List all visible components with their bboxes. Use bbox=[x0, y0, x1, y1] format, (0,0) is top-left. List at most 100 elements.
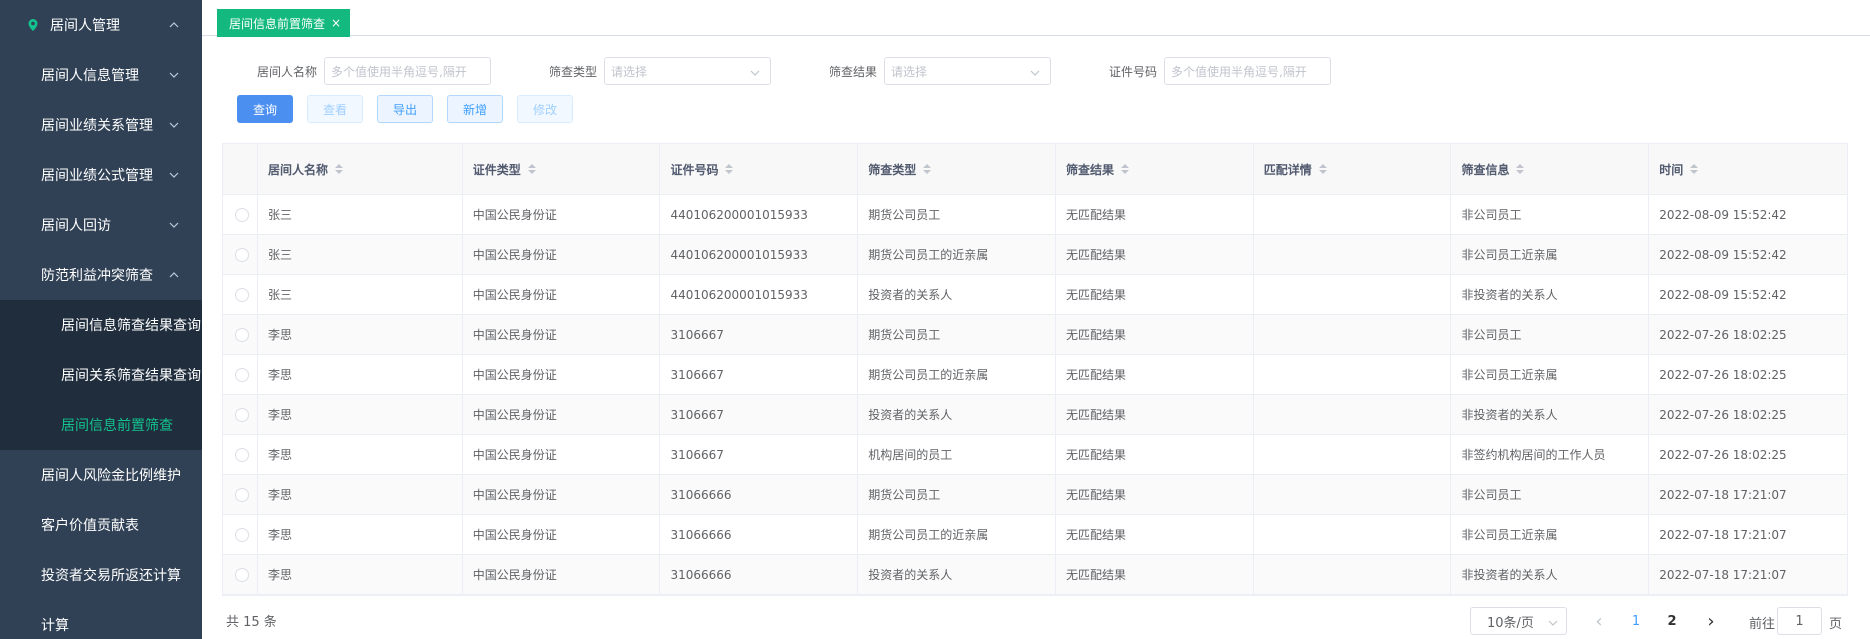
table-row[interactable]: 张三 中国公民身份证 440106200001015933 期货公司员工的近亲属 无匹配… bbox=[223, 235, 1847, 275]
table-cell: 中国公民身份证 bbox=[463, 275, 661, 314]
column-header[interactable]: 时间 bbox=[1649, 144, 1847, 194]
row-select-cell bbox=[223, 435, 258, 474]
column-header[interactable]: 筛查信息 bbox=[1451, 144, 1650, 194]
table-cell: 李思 bbox=[258, 555, 463, 594]
table-row[interactable]: 李思 中国公民身份证 31066666 期货公司员工 无匹配结果 非公司员工 2022-07… bbox=[223, 475, 1847, 515]
query-button[interactable]: 查询 bbox=[237, 95, 293, 123]
chevron-up-icon bbox=[168, 269, 180, 281]
sidebar-item-2[interactable]: 居间业绩公式管理 bbox=[0, 150, 202, 200]
edit-button[interactable]: 修改 bbox=[517, 95, 573, 123]
export-button[interactable]: 导出 bbox=[377, 95, 433, 123]
menu-broker-management[interactable]: 居间人管理 bbox=[0, 0, 202, 50]
close-icon[interactable]: × bbox=[331, 16, 341, 30]
prev-page-button[interactable]: ‹ bbox=[1585, 607, 1613, 635]
sort-icon[interactable] bbox=[1318, 164, 1327, 174]
table-cell: 中国公民身份证 bbox=[463, 475, 661, 514]
page-1-button[interactable]: 1 bbox=[1622, 607, 1650, 635]
table-cell bbox=[1254, 555, 1452, 594]
results-table: 居间人名称 证件类型 证件号码 筛查类型 筛查结果 匹配详情 筛查信息 时间 张三 中国公民身份… bbox=[222, 143, 1848, 596]
table-cell: 李思 bbox=[258, 355, 463, 394]
row-radio[interactable] bbox=[235, 327, 249, 342]
row-select-cell bbox=[223, 555, 258, 594]
table-cell: 非投资者的关系人 bbox=[1451, 395, 1650, 434]
table-row[interactable]: 李思 中国公民身份证 3106667 机构居间的员工 无匹配结果 非签约机构居间的工作人员… bbox=[223, 435, 1847, 475]
screen-result-select[interactable]: 请选择 bbox=[884, 57, 1051, 85]
row-radio[interactable] bbox=[235, 207, 249, 222]
table-row[interactable]: 张三 中国公民身份证 440106200001015933 期货公司员工 无匹配结果 非公… bbox=[223, 195, 1847, 235]
goto-suffix: 页 bbox=[1829, 617, 1843, 632]
table-row[interactable]: 李思 中国公民身份证 3106667 期货公司员工的近亲属 无匹配结果 非公司员工近亲属 2… bbox=[223, 355, 1847, 395]
chevron-down-icon bbox=[168, 119, 180, 131]
column-header-label: 时间 bbox=[1659, 162, 1684, 177]
submenu-item-0[interactable]: 居间信息筛查结果查询 bbox=[0, 300, 202, 350]
sort-icon[interactable] bbox=[725, 164, 734, 174]
column-header[interactable]: 筛查结果 bbox=[1056, 144, 1254, 194]
row-radio[interactable] bbox=[235, 407, 249, 422]
screen-type-select[interactable]: 请选择 bbox=[604, 57, 771, 85]
goto-page-input[interactable]: 1 bbox=[1777, 607, 1822, 635]
total-count: 共 15 条 bbox=[226, 615, 277, 630]
table-cell: 2022-07-26 18:02:25 bbox=[1659, 407, 1787, 422]
sort-icon[interactable] bbox=[1690, 164, 1699, 174]
chevron-up-icon bbox=[168, 19, 180, 31]
table-cell: 中国公民身份证 bbox=[463, 395, 661, 434]
table-row[interactable]: 李思 中国公民身份证 31066666 期货公司员工的近亲属 无匹配结果 非公司员工近亲属… bbox=[223, 515, 1847, 555]
sidebar-item-after-2[interactable]: 投资者交易所返还计算 bbox=[0, 550, 202, 600]
table-cell: 期货公司员工 bbox=[858, 315, 1056, 354]
sidebar-item-after-0[interactable]: 居间人风险金比例维护 bbox=[0, 450, 202, 500]
column-header[interactable]: 证件类型 bbox=[463, 144, 661, 194]
sort-icon[interactable] bbox=[527, 164, 536, 174]
table-row[interactable]: 李思 中国公民身份证 31066666 投资者的关系人 无匹配结果 非投资者的关系人 202… bbox=[223, 555, 1847, 595]
table-cell: 2022-07-26 18:02:25 bbox=[1659, 367, 1787, 382]
table-cell: 期货公司员工的近亲属 bbox=[858, 515, 1056, 554]
sidebar-item-4[interactable]: 防范利益冲突筛查 bbox=[0, 250, 202, 300]
table-cell: 无匹配结果 bbox=[1056, 195, 1254, 234]
sidebar-item-1[interactable]: 居间业绩关系管理 bbox=[0, 100, 202, 150]
sort-icon[interactable] bbox=[1516, 164, 1525, 174]
table-cell: 期货公司员工的近亲属 bbox=[858, 235, 1056, 274]
table-row[interactable]: 张三 中国公民身份证 440106200001015933 投资者的关系人 无匹配结果 非… bbox=[223, 275, 1847, 315]
column-header[interactable]: 匹配详情 bbox=[1254, 144, 1452, 194]
page-size-select[interactable]: 10条/页 bbox=[1470, 607, 1567, 635]
submenu-item-2[interactable]: 居间信息前置筛查 bbox=[0, 400, 202, 450]
column-header[interactable]: 证件号码 bbox=[660, 144, 859, 194]
sort-icon[interactable] bbox=[1120, 164, 1129, 174]
column-header[interactable]: 居间人名称 bbox=[258, 144, 463, 194]
row-radio[interactable] bbox=[235, 247, 249, 262]
table-cell: 440106200001015933 bbox=[660, 235, 859, 274]
page-2-button[interactable]: 2 bbox=[1658, 607, 1686, 635]
next-page-button[interactable]: › bbox=[1697, 607, 1725, 635]
tab-broker-info-prescreen[interactable]: 居间信息前置筛查 × bbox=[217, 9, 351, 37]
sort-icon[interactable] bbox=[923, 164, 932, 174]
row-radio[interactable] bbox=[235, 287, 249, 302]
sidebar-item-after-3[interactable]: 计算 bbox=[0, 600, 202, 639]
row-radio[interactable] bbox=[235, 567, 249, 582]
row-radio[interactable] bbox=[235, 367, 249, 382]
sort-icon[interactable] bbox=[334, 164, 343, 174]
sidebar-item-3[interactable]: 居间人回访 bbox=[0, 200, 202, 250]
add-button[interactable]: 新增 bbox=[447, 95, 503, 123]
sidebar-item-after-1[interactable]: 客户价值贡献表 bbox=[0, 500, 202, 550]
sidebar-item-label: 居间业绩关系管理 bbox=[41, 118, 153, 134]
table-cell: 李思 bbox=[258, 515, 463, 554]
table-row[interactable]: 李思 中国公民身份证 3106667 期货公司员工 无匹配结果 非公司员工 2022-07-… bbox=[223, 315, 1847, 355]
row-radio[interactable] bbox=[235, 487, 249, 502]
table-row[interactable]: 李思 中国公民身份证 3106667 投资者的关系人 无匹配结果 非投资者的关系人 2022… bbox=[223, 395, 1847, 435]
chevron-down-icon bbox=[168, 219, 180, 231]
row-radio[interactable] bbox=[235, 527, 249, 542]
submenu-item-1[interactable]: 居间关系筛查结果查询 bbox=[0, 350, 202, 400]
broker-name-input[interactable]: 多个值使用半角逗号,隔开 bbox=[324, 57, 491, 85]
sidebar-item-label: 客户价值贡献表 bbox=[41, 518, 139, 534]
submenu-item-label: 居间信息筛查结果查询 bbox=[61, 318, 201, 334]
view-button[interactable]: 查看 bbox=[307, 95, 363, 123]
row-select-cell bbox=[223, 475, 258, 514]
table-cell: 张三 bbox=[258, 195, 463, 234]
sidebar-item-0[interactable]: 居间人信息管理 bbox=[0, 50, 202, 100]
id-number-input[interactable]: 多个值使用半角逗号,隔开 bbox=[1164, 57, 1331, 85]
table-cell: 2022-08-09 15:52:42 bbox=[1659, 247, 1787, 262]
table-cell: 中国公民身份证 bbox=[463, 555, 661, 594]
column-header[interactable]: 筛查类型 bbox=[858, 144, 1056, 194]
row-radio[interactable] bbox=[235, 447, 249, 462]
table-cell bbox=[1254, 275, 1452, 314]
filter-form: 居间人名称 多个值使用半角逗号,隔开 筛查类型 请选择 筛查结果 请选择 证件号… bbox=[202, 57, 1870, 87]
